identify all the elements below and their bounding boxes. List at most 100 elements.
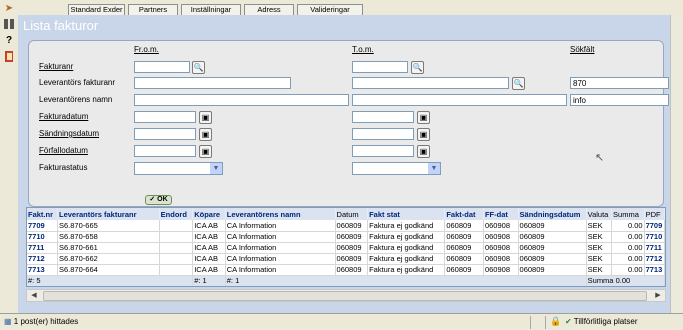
- col-fakt-stat[interactable]: Fakt stat: [367, 208, 446, 220]
- status-to-select[interactable]: ▼: [352, 162, 441, 175]
- lev-fakturanr-from-input[interactable]: [134, 77, 291, 89]
- book-glyph: [5, 51, 13, 62]
- results-table: Fakt.nr Leverantörs fakturanr Endord Köp…: [27, 208, 666, 286]
- col-lev-fakturanr[interactable]: Leverantörs fakturanr: [57, 208, 160, 220]
- cell-pdf-link[interactable]: 7712: [644, 253, 666, 265]
- table-row[interactable]: 7712 S6.870-662 ICA AB CA Information 06…: [27, 253, 666, 265]
- cell-summa: 0.00: [611, 264, 645, 276]
- tab-standard-exder[interactable]: Standard Exder: [68, 4, 125, 15]
- cell-endord: [159, 242, 194, 254]
- cell-lev-fakturanr: S6.870-664: [57, 264, 160, 276]
- col-datum[interactable]: Datum: [335, 208, 369, 220]
- cell-fakt-stat: Faktura ej godkänd: [367, 264, 446, 276]
- footer-count-nr: #: 5: [27, 275, 194, 286]
- label-fakturanr: Fakturanr: [39, 62, 74, 71]
- chevron-down-icon[interactable]: ▼: [428, 163, 440, 174]
- calendar-icon[interactable]: ▣: [417, 145, 430, 158]
- search-icon[interactable]: 🔍: [411, 61, 424, 74]
- col-fakt-dat[interactable]: Fakt-dat: [444, 208, 484, 220]
- col-kopare[interactable]: Köpare: [192, 208, 226, 220]
- status-divider: [530, 316, 531, 329]
- search-icon[interactable]: 🔍: [512, 77, 525, 90]
- calendar-icon[interactable]: ▣: [417, 128, 430, 141]
- cell-lev-namn: CA Information: [225, 231, 336, 243]
- calendar-icon[interactable]: ▣: [417, 111, 430, 124]
- tab-partners[interactable]: Partners: [128, 4, 178, 15]
- page-title: Lista fakturor: [23, 18, 99, 33]
- cell-fakt-dat: 060809: [444, 253, 484, 265]
- cell-fakt-stat: Faktura ej godkänd: [367, 231, 446, 243]
- mouse-cursor-icon: ↖: [595, 152, 605, 164]
- ok-button[interactable]: ✓ OK: [145, 195, 172, 205]
- fakturanr-to-input[interactable]: [352, 61, 408, 73]
- cell-endord: [159, 231, 194, 243]
- calendar-icon[interactable]: ▣: [199, 111, 212, 124]
- cell-fakt-nr[interactable]: 7709: [27, 220, 58, 232]
- tab-adress[interactable]: Adress: [244, 4, 294, 15]
- cell-sandningsdatum: 060809: [518, 253, 587, 265]
- lev-namn-from-input[interactable]: [134, 94, 349, 106]
- table-row[interactable]: 7709 S6.870-665 ICA AB CA Information 06…: [27, 220, 666, 232]
- cell-fakt-nr[interactable]: 7712: [27, 253, 58, 265]
- cell-fakt-nr[interactable]: 7710: [27, 231, 58, 243]
- cell-fakt-nr[interactable]: 7713: [27, 264, 58, 276]
- footer-summa: Summa 0.00: [586, 275, 666, 286]
- sandningsdatum-to-input[interactable]: [352, 128, 414, 140]
- table-row[interactable]: 7713 S6.870-664 ICA AB CA Information 06…: [27, 264, 666, 276]
- fakturadatum-from-input[interactable]: [134, 111, 196, 123]
- vertical-scrollbar[interactable]: [670, 15, 683, 313]
- sandningsdatum-from-input[interactable]: [134, 128, 196, 140]
- cell-fakt-dat: 060809: [444, 264, 484, 276]
- horizontal-scrollbar[interactable]: ◀ ▶: [26, 289, 666, 302]
- status-from-select[interactable]: ▼: [134, 162, 223, 175]
- calendar-icon[interactable]: ▣: [199, 145, 212, 158]
- label-lev-fakturanr: Leverantörs fakturanr: [39, 78, 116, 87]
- col-lev-namn[interactable]: Leverantörens namn: [225, 208, 336, 220]
- lev-fakturanr-search-input[interactable]: [570, 77, 669, 89]
- scroll-thumb[interactable]: [43, 291, 647, 301]
- cell-fakt-dat: 060809: [444, 220, 484, 232]
- col-sandningsdatum[interactable]: Sändningsdatum: [518, 208, 587, 220]
- cell-pdf-link[interactable]: 7709: [644, 220, 666, 232]
- export-icon[interactable]: ➤: [3, 3, 15, 15]
- cell-pdf-link[interactable]: 7710: [644, 231, 666, 243]
- tab-valideringar[interactable]: Valideringar: [297, 4, 363, 15]
- fakturadatum-to-input[interactable]: [352, 111, 414, 123]
- tab-installningar[interactable]: Inställningar: [181, 4, 241, 15]
- col-valuta[interactable]: Valuta: [586, 208, 613, 220]
- search-icon[interactable]: 🔍: [192, 61, 205, 74]
- col-endord[interactable]: Endord: [159, 208, 194, 220]
- chevron-down-icon[interactable]: ▼: [210, 163, 222, 174]
- lev-fakturanr-to-input[interactable]: [352, 77, 509, 89]
- columns-icon[interactable]: [3, 19, 15, 31]
- table-row[interactable]: 7711 S6.870-661 ICA AB CA Information 06…: [27, 242, 666, 254]
- help-icon[interactable]: ?: [3, 35, 15, 47]
- cell-fakt-nr[interactable]: 7711: [27, 242, 58, 254]
- col-header-from: Fr.o.m.: [134, 45, 159, 54]
- scroll-right-icon[interactable]: ▶: [652, 291, 664, 301]
- lev-namn-search-input[interactable]: [570, 94, 669, 106]
- cell-valuta: SEK: [586, 242, 613, 254]
- cell-pdf-link[interactable]: 7713: [644, 264, 666, 276]
- col-header-search: Sökfält: [570, 45, 595, 54]
- cell-ff-dat: 060908: [483, 220, 519, 232]
- cell-pdf-link[interactable]: 7711: [644, 242, 666, 254]
- cell-ff-dat: 060908: [483, 231, 519, 243]
- forfallodatum-from-input[interactable]: [134, 145, 196, 157]
- forfallodatum-to-input[interactable]: [352, 145, 414, 157]
- cell-fakt-stat: Faktura ej godkänd: [367, 253, 446, 265]
- col-ff-dat[interactable]: FF-dat: [483, 208, 519, 220]
- book-icon[interactable]: [3, 51, 15, 63]
- col-summa[interactable]: Summa: [611, 208, 645, 220]
- calendar-icon[interactable]: ▣: [199, 128, 212, 141]
- scroll-left-icon[interactable]: ◀: [28, 291, 40, 301]
- table-row[interactable]: 7710 S6.870-658 ICA AB CA Information 06…: [27, 231, 666, 243]
- page-icon: ▦: [4, 317, 12, 326]
- cell-lev-namn: CA Information: [225, 220, 336, 232]
- cell-datum: 060809: [335, 220, 369, 232]
- fakturanr-from-input[interactable]: [134, 61, 190, 73]
- col-fakt-nr[interactable]: Fakt.nr: [27, 208, 58, 220]
- lev-namn-to-input[interactable]: [352, 94, 567, 106]
- col-pdf[interactable]: PDF: [644, 208, 666, 220]
- cell-datum: 060809: [335, 231, 369, 243]
